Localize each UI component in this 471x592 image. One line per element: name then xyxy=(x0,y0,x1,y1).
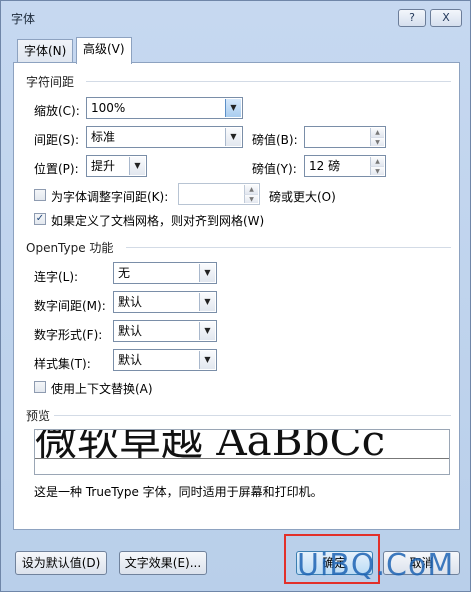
number-forms-value: 默认 xyxy=(118,324,143,338)
position-combo[interactable]: 提升 ▼ xyxy=(86,155,147,177)
spin-down-icon[interactable]: ▼ xyxy=(370,166,384,175)
chevron-down-icon[interactable]: ▼ xyxy=(199,351,215,369)
ligatures-combo[interactable]: 无 ▼ xyxy=(113,262,217,284)
preview-box: 微软卓越 AaBbCc xyxy=(34,429,450,475)
position-by-label: 磅值(Y): xyxy=(252,162,297,176)
chevron-down-icon[interactable]: ▼ xyxy=(199,322,215,340)
chevron-down-icon[interactable]: ▼ xyxy=(199,264,215,282)
contextual-checkbox[interactable] xyxy=(34,381,46,393)
spacing-by-label: 磅值(B): xyxy=(252,133,298,147)
spacing-label: 间距(S): xyxy=(34,133,80,147)
preview-title: 预览 xyxy=(26,409,51,423)
spin-up-icon[interactable]: ▲ xyxy=(244,185,258,194)
set-default-button[interactable]: 设为默认值(D) xyxy=(15,551,107,575)
number-spacing-combo[interactable]: 默认 ▼ xyxy=(113,291,217,313)
spin-up-icon[interactable]: ▲ xyxy=(370,128,384,137)
font-dialog: 字体 ? X 字体(N) 高级(V) 字符间距 缩放(C): 100% ▼ 间距… xyxy=(0,0,471,592)
scale-value: 100% xyxy=(91,101,126,115)
close-button[interactable]: X xyxy=(430,9,462,27)
window-title: 字体 xyxy=(11,12,36,26)
number-forms-combo[interactable]: 默认 ▼ xyxy=(113,320,217,342)
chevron-down-icon[interactable]: ▼ xyxy=(225,99,241,117)
position-label: 位置(P): xyxy=(34,162,79,176)
text-effects-button[interactable]: 文字效果(E)... xyxy=(119,551,207,575)
grid-label: 如果定义了文档网格，则对齐到网格(W) xyxy=(51,214,265,228)
title-bar: 字体 ? X xyxy=(1,1,470,35)
number-spacing-label: 数字间距(M): xyxy=(34,299,106,313)
ligatures-value: 无 xyxy=(118,266,131,280)
contextual-label: 使用上下文替换(A) xyxy=(51,382,153,396)
group-divider xyxy=(126,247,451,248)
spin-down-icon[interactable]: ▼ xyxy=(244,194,258,203)
position-value: 提升 xyxy=(91,159,116,173)
spin-down-icon[interactable]: ▼ xyxy=(370,137,384,146)
number-forms-label: 数字形式(F): xyxy=(34,328,103,342)
chevron-down-icon[interactable]: ▼ xyxy=(199,293,215,311)
group-divider xyxy=(86,81,451,82)
advanced-panel: 字符间距 缩放(C): 100% ▼ 间距(S): 标准 ▼ 磅值(B): ▲ … xyxy=(13,62,460,530)
stylistic-set-value: 默认 xyxy=(118,353,143,367)
help-button[interactable]: ? xyxy=(398,9,426,27)
tab-advanced[interactable]: 高级(V) xyxy=(76,37,132,64)
stylistic-set-combo[interactable]: 默认 ▼ xyxy=(113,349,217,371)
chevron-down-icon[interactable]: ▼ xyxy=(129,157,145,175)
chevron-down-icon[interactable]: ▼ xyxy=(225,128,241,146)
position-by-spinner[interactable]: 12 磅 ▲ ▼ xyxy=(304,155,386,177)
stylistic-set-label: 样式集(T): xyxy=(34,357,91,371)
watermark-logo: UiBQ.CoM xyxy=(297,548,455,583)
scale-combo[interactable]: 100% ▼ xyxy=(86,97,243,119)
kerning-label: 为字体调整字间距(K): xyxy=(51,190,169,204)
preview-sample: 微软卓越 AaBbCc xyxy=(35,429,386,465)
tab-font[interactable]: 字体(N) xyxy=(17,39,74,63)
position-by-value: 12 磅 xyxy=(309,159,341,173)
spacing-by-spinner[interactable]: ▲ ▼ xyxy=(304,126,386,148)
group-divider xyxy=(54,415,451,416)
preview-baseline xyxy=(35,458,449,459)
grid-checkbox[interactable]: ✓ xyxy=(34,213,46,225)
kerning-spinner[interactable]: ▲ ▼ xyxy=(178,183,260,205)
kerning-suffix: 磅或更大(O) xyxy=(269,190,336,204)
scale-label: 缩放(C): xyxy=(34,104,80,118)
kerning-checkbox[interactable] xyxy=(34,189,46,201)
spacing-combo[interactable]: 标准 ▼ xyxy=(86,126,243,148)
char-spacing-title: 字符间距 xyxy=(26,75,75,89)
preview-description: 这是一种 TrueType 字体，同时适用于屏幕和打印机。 xyxy=(34,485,323,499)
ligatures-label: 连字(L): xyxy=(34,270,79,284)
spin-up-icon[interactable]: ▲ xyxy=(370,157,384,166)
spacing-value: 标准 xyxy=(91,130,116,144)
opentype-title: OpenType 功能 xyxy=(26,241,114,255)
number-spacing-value: 默认 xyxy=(118,295,143,309)
